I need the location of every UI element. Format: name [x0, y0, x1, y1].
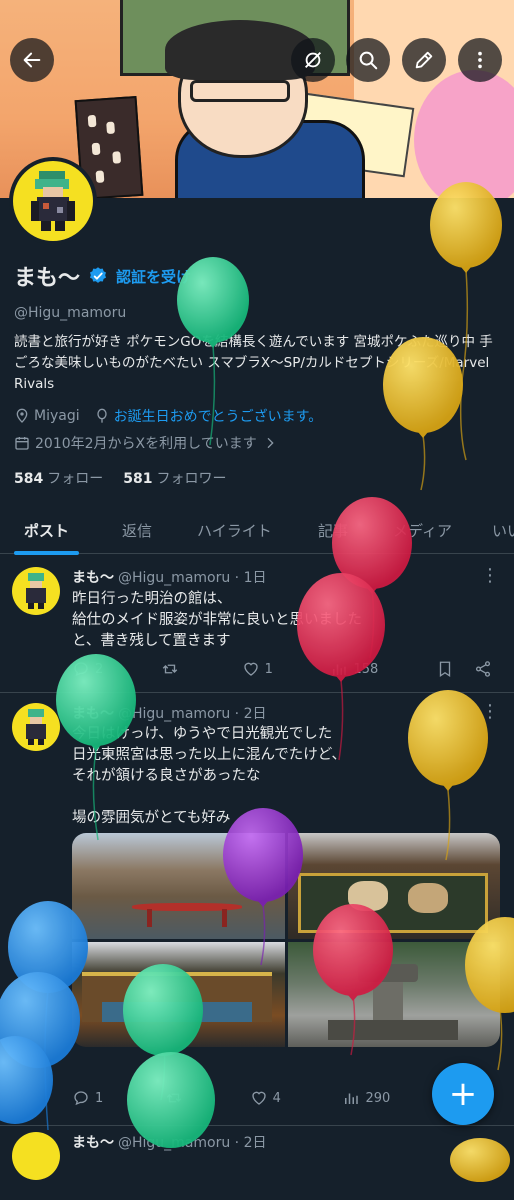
tab-replies[interactable]: 返信	[122, 506, 152, 554]
tweet-handle: @Higu_mamoru	[118, 706, 231, 722]
tweet-header: まも〜 @Higu_mamoru · 2日	[72, 1135, 267, 1151]
search-icon	[359, 51, 378, 70]
tweet-actions: 1 4 290	[72, 1089, 492, 1107]
photo-shinkyo-bridge[interactable]	[72, 833, 285, 939]
like-button[interactable]: 1	[242, 660, 273, 678]
tweet-header: まも〜 @Higu_mamoru · 1日	[72, 570, 267, 586]
views-icon	[345, 1093, 359, 1104]
photo-temple-carving[interactable]	[287, 833, 500, 939]
more-button[interactable]	[458, 38, 502, 82]
compose-post-button[interactable]: +	[432, 1063, 494, 1125]
views-button[interactable]: 290	[342, 1089, 390, 1107]
tweet-handle: @Higu_mamoru	[118, 1135, 231, 1151]
tweet-actions: 2 1 158	[72, 660, 492, 678]
profile-name: まも〜	[14, 266, 81, 291]
verified-badge-icon	[90, 267, 107, 283]
tweet-text: 今日はけっけ、ゆうやで日光観光でした 日光東照宮は思った以上に混んでたけど、 そ…	[72, 726, 347, 826]
calendar-icon	[15, 437, 29, 450]
tweet-time: 2日	[243, 1135, 267, 1151]
tab-media[interactable]: メディア	[393, 506, 452, 554]
tweet-author: まも〜	[72, 1135, 114, 1151]
joined-text: 2010年2月からXを利用しています	[35, 436, 257, 452]
balloon-icon	[96, 408, 107, 423]
birthday-message[interactable]: お誕生日おめでとうございます。	[114, 406, 323, 426]
tweet-time: 1日	[243, 570, 267, 586]
location-icon	[16, 408, 28, 423]
search-button[interactable]	[346, 38, 390, 82]
hide-icon	[305, 52, 321, 68]
plus-icon: +	[448, 1074, 478, 1114]
bookmark-icon[interactable]	[436, 660, 454, 678]
tweet-more-button[interactable]: ⋮	[480, 567, 500, 589]
share-icon[interactable]	[474, 660, 492, 678]
chevron-right-icon	[267, 437, 274, 449]
reply-icon	[74, 1091, 88, 1106]
reply-icon	[74, 662, 88, 677]
retweet-button[interactable]	[161, 660, 184, 678]
edit-button[interactable]	[402, 38, 446, 82]
more-vertical-icon	[478, 51, 482, 69]
tweet-avatar[interactable]	[12, 1132, 60, 1180]
tweet-text: 昨日行った明治の館は、 給仕のメイド服姿が非常に良いと思いました と、書き残して…	[72, 591, 362, 649]
retweet-button[interactable]	[165, 1089, 188, 1107]
tab-posts[interactable]: ポスト	[13, 506, 80, 555]
tweet-1[interactable]: まも〜 @Higu_mamoru · 1日 ⋮ 昨日行った明治の館は、 給仕のメイ…	[0, 555, 514, 693]
followers-link[interactable]: 581 フォロワー	[123, 468, 226, 488]
photo-shrine-gate[interactable]	[72, 941, 285, 1047]
tab-likes[interactable]: いい	[492, 506, 514, 554]
like-icon	[251, 1091, 266, 1105]
tweet-avatar[interactable]	[12, 567, 60, 615]
tweet-3[interactable]: まも〜 @Higu_mamoru · 2日	[0, 1126, 514, 1200]
views-icon	[333, 664, 347, 675]
profile-avatar[interactable]	[9, 157, 97, 245]
balloon	[430, 182, 502, 461]
back-arrow-icon	[23, 52, 41, 68]
tweet-time: 2日	[243, 706, 267, 722]
profile-bio: 読書と旅行が好き ポケモンGOを結構長く遊んでいます 宮城ポケふた巡り中 手ごろ…	[14, 334, 493, 392]
following-link[interactable]: 584 フォロー	[14, 468, 103, 488]
tweet-author: まも〜	[72, 570, 114, 586]
reply-button[interactable]: 2	[72, 660, 103, 678]
profile-handle: @Higu_mamoru	[14, 305, 127, 321]
tweet-avatar[interactable]	[12, 703, 60, 751]
tweet-header: まも〜 @Higu_mamoru · 2日	[72, 706, 267, 722]
like-icon	[243, 662, 258, 676]
tweet-author: まも〜	[72, 706, 114, 722]
tab-articles[interactable]: 記事	[318, 506, 348, 554]
tweet-more-button[interactable]: ⋮	[480, 703, 500, 725]
photo-bronze-pagoda[interactable]	[287, 941, 500, 1047]
tweet-photo-grid	[72, 833, 500, 1047]
hide-button[interactable]	[291, 38, 335, 82]
edit-icon	[415, 51, 433, 69]
views-button[interactable]: 158	[330, 660, 378, 678]
tab-highlights[interactable]: ハイライト	[197, 506, 272, 554]
joined-date[interactable]: 2010年2月からXを利用しています	[14, 433, 278, 453]
like-button[interactable]: 4	[250, 1089, 281, 1107]
get-verified-link[interactable]: 認証を受け	[116, 266, 191, 287]
profile-location: Miyagi	[34, 408, 80, 424]
profile-tabs: ポスト 返信 ハイライト 記事 メディア いい	[0, 506, 514, 555]
tweet-handle: @Higu_mamoru	[118, 570, 231, 586]
reply-button[interactable]: 1	[72, 1089, 103, 1107]
retweet-icon	[162, 664, 178, 674]
retweet-icon	[166, 1093, 182, 1103]
back-button[interactable]	[10, 38, 54, 82]
